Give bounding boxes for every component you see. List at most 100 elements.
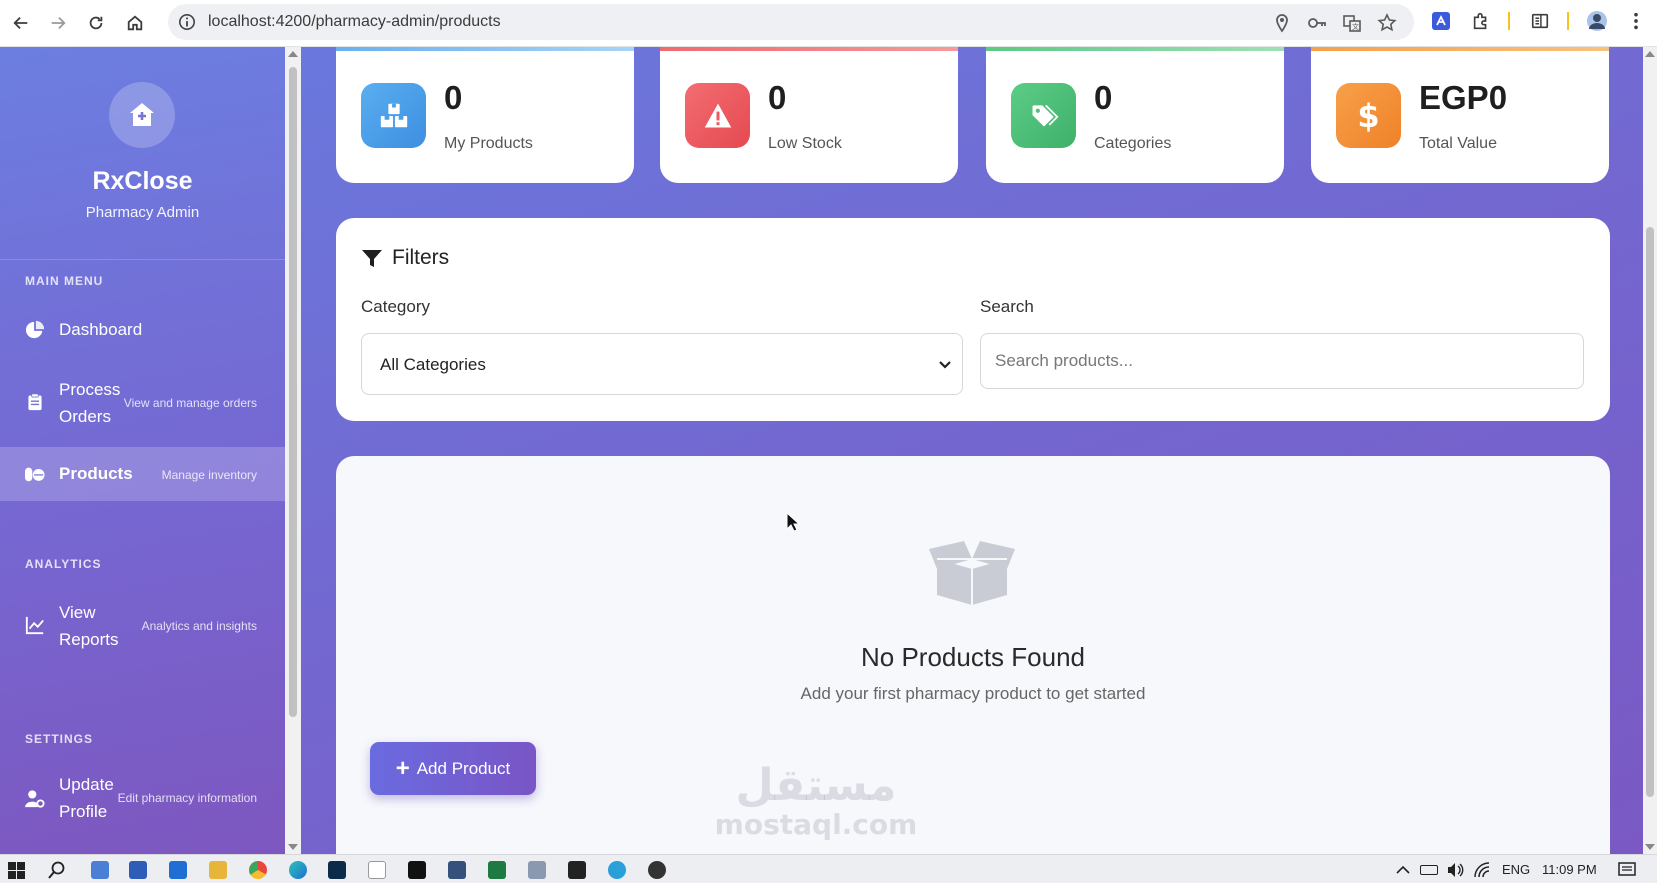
chevron-down-icon (939, 361, 951, 369)
search-icon[interactable] (48, 861, 66, 879)
stat-label: Categories (1094, 135, 1172, 152)
chevron-up-icon[interactable] (1396, 864, 1410, 874)
dollar-icon: $ (1336, 83, 1401, 148)
stat-card-total-value: $ EGP0 Total Value (1311, 47, 1609, 183)
notification-icon[interactable] (1618, 862, 1636, 878)
empty-state-title: No Products Found (860, 642, 1085, 672)
sidebar-item-description: Edit pharmacy information (117, 791, 257, 805)
photoshop-icon[interactable] (328, 861, 346, 879)
wifi-icon[interactable] (1474, 862, 1492, 878)
section-label-main-menu: MAIN MENU (25, 274, 104, 288)
notepad-icon[interactable] (368, 861, 386, 879)
taskbar-app-icon[interactable] (448, 861, 466, 879)
svg-text:文: 文 (1352, 22, 1359, 31)
scroll-up-arrow[interactable] (1645, 51, 1655, 57)
scroll-down-arrow[interactable] (288, 844, 298, 850)
sidebar-item-update-profile[interactable]: Update Profile Edit pharmacy information (0, 767, 285, 827)
home-icon[interactable] (121, 9, 149, 37)
taskbar-app-icon[interactable] (568, 861, 586, 879)
stat-card-my-products: 0 My Products (336, 47, 634, 183)
brand-subtitle: Pharmacy Admin (85, 204, 200, 221)
volume-icon[interactable] (1446, 862, 1464, 878)
file-explorer-icon[interactable] (209, 861, 227, 879)
extensions-puzzle-icon[interactable] (1470, 10, 1492, 32)
taskbar-app-icon[interactable] (91, 861, 109, 879)
forward-icon[interactable] (44, 9, 72, 37)
add-product-label: Add Product (416, 758, 511, 778)
back-icon[interactable] (7, 9, 35, 37)
sidebar-item-label: Products (59, 464, 133, 483)
brand-logo[interactable] (109, 82, 175, 148)
sidebar-item-label: View Reports (59, 603, 119, 649)
stat-value: 0 (444, 79, 463, 116)
toolbar-separator (1567, 12, 1569, 30)
excel-icon[interactable] (488, 861, 506, 879)
pills-icon (24, 463, 46, 485)
chrome-icon[interactable] (249, 861, 267, 879)
extension-icon[interactable] (1430, 10, 1452, 32)
section-label-settings: SETTINGS (25, 732, 94, 746)
sidebar-item-description: View and manage orders (123, 396, 257, 410)
telegram-icon[interactable] (608, 861, 626, 879)
windows-start-icon[interactable] (8, 862, 25, 879)
filters-panel: Filters Category All Categories Search (336, 218, 1610, 421)
card-accent-bar (336, 47, 634, 51)
profile-avatar[interactable] (1586, 10, 1608, 32)
card-accent-bar (986, 47, 1284, 51)
stat-label: My Products (444, 135, 533, 152)
open-box-icon (929, 541, 1015, 605)
tags-icon (1011, 83, 1076, 148)
bookmark-star-icon[interactable] (1377, 13, 1397, 33)
battery-icon[interactable] (1420, 865, 1438, 875)
pie-chart-icon (24, 319, 46, 341)
language-indicator[interactable]: ENG (1502, 855, 1530, 883)
sidebar-item-process-orders[interactable]: Process Orders View and manage orders (0, 372, 285, 432)
location-icon[interactable] (1272, 13, 1292, 33)
sidebar: RxClose Pharmacy Admin MAIN MENU Dashboa… (0, 47, 285, 854)
products-panel: No Products Found Add your first pharmac… (336, 456, 1610, 854)
store-icon[interactable] (129, 861, 147, 879)
scrollbar-thumb[interactable] (289, 67, 297, 717)
line-chart-icon (24, 614, 46, 636)
browser-menu-icon[interactable] (1625, 10, 1647, 32)
mail-icon[interactable] (169, 861, 187, 879)
sidebar-item-dashboard[interactable]: Dashboard (0, 309, 285, 351)
section-label-analytics: ANALYTICS (25, 557, 102, 571)
scrollbar-thumb[interactable] (1646, 227, 1654, 797)
stat-value: 0 (768, 79, 787, 116)
add-product-button[interactable]: + Add Product (370, 742, 536, 795)
reload-icon[interactable] (82, 9, 110, 37)
site-info-icon[interactable] (178, 13, 196, 31)
calculator-icon[interactable] (528, 861, 546, 879)
url-text: localhost:4200/pharmacy-admin/products (208, 13, 501, 30)
sidebar-scrollbar[interactable] (285, 47, 301, 854)
main-content: 0 My Products 0 Low Stock 0 Categories $… (301, 47, 1643, 854)
stat-value: 0 (1094, 79, 1113, 116)
key-icon[interactable] (1307, 13, 1327, 33)
clipboard-icon (24, 391, 46, 413)
user-cog-icon (24, 788, 46, 810)
terminal-icon[interactable] (408, 861, 426, 879)
stat-label: Low Stock (768, 135, 842, 152)
warning-icon (685, 83, 750, 148)
sidebar-item-label: Process Orders (59, 380, 121, 426)
reading-list-icon[interactable] (1529, 10, 1551, 32)
page-scrollbar[interactable] (1643, 47, 1657, 854)
filters-title: Filters (392, 246, 450, 269)
edge-icon[interactable] (289, 861, 307, 879)
plus-icon: + (395, 754, 410, 782)
search-input[interactable] (980, 333, 1584, 389)
os-taskbar: ENG 11:09 PM (0, 854, 1657, 883)
category-label: Category (361, 297, 430, 316)
scroll-up-arrow[interactable] (288, 51, 298, 57)
category-select[interactable]: All Categories (361, 333, 963, 395)
sidebar-item-products[interactable]: Products Manage inventory (0, 447, 285, 501)
translate-icon[interactable]: 文 (1342, 13, 1362, 33)
divider (0, 259, 285, 260)
sidebar-item-view-reports[interactable]: View Reports Analytics and insights (0, 595, 285, 655)
address-bar[interactable]: localhost:4200/pharmacy-admin/products 文 (168, 4, 1414, 40)
obs-icon[interactable] (648, 861, 666, 879)
scroll-down-arrow[interactable] (1645, 844, 1655, 850)
brand-name: RxClose (92, 167, 193, 195)
clock[interactable]: 11:09 PM (1542, 855, 1597, 883)
